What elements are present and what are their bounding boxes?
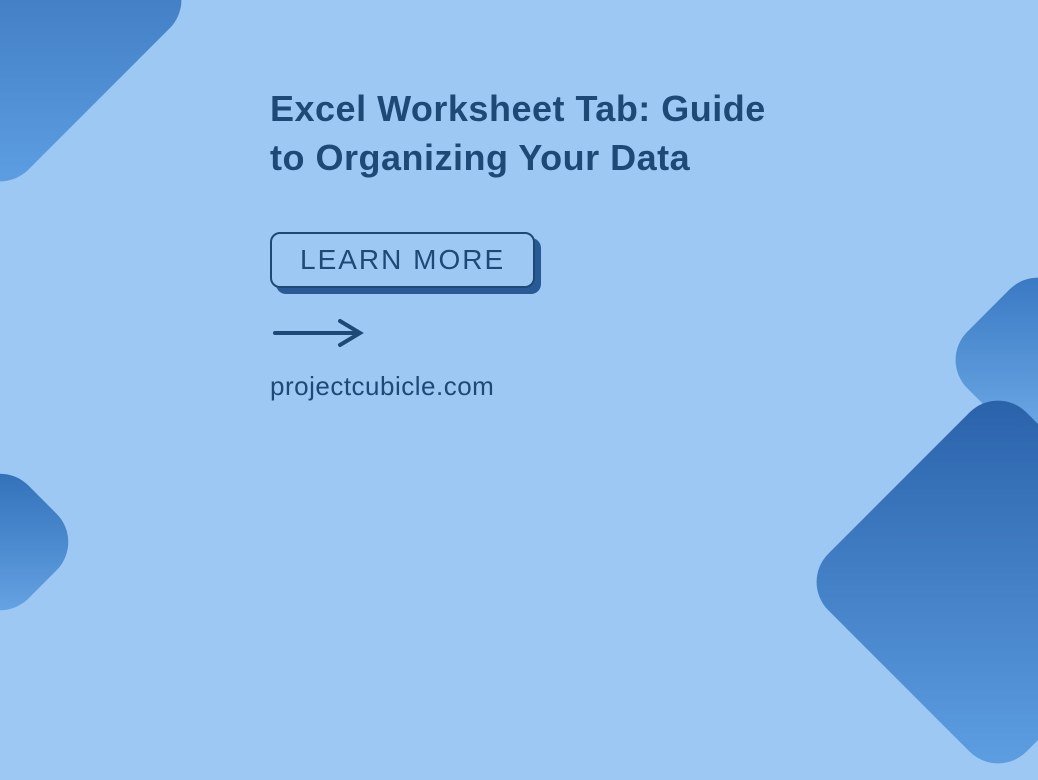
learn-more-button[interactable]: LEARN MORE [270,232,535,288]
page-title: Excel Worksheet Tab: Guide to Organizing… [270,85,810,182]
decorative-shape-top-left [0,0,198,198]
website-label: projectcubicle.com [270,371,810,402]
content-container: Excel Worksheet Tab: Guide to Organizing… [270,85,810,402]
arrow-icon [270,318,810,353]
decorative-shape-bottom-right [800,384,1038,780]
button-wrapper: LEARN MORE [270,232,535,288]
decorative-shape-bottom-left [0,457,85,627]
